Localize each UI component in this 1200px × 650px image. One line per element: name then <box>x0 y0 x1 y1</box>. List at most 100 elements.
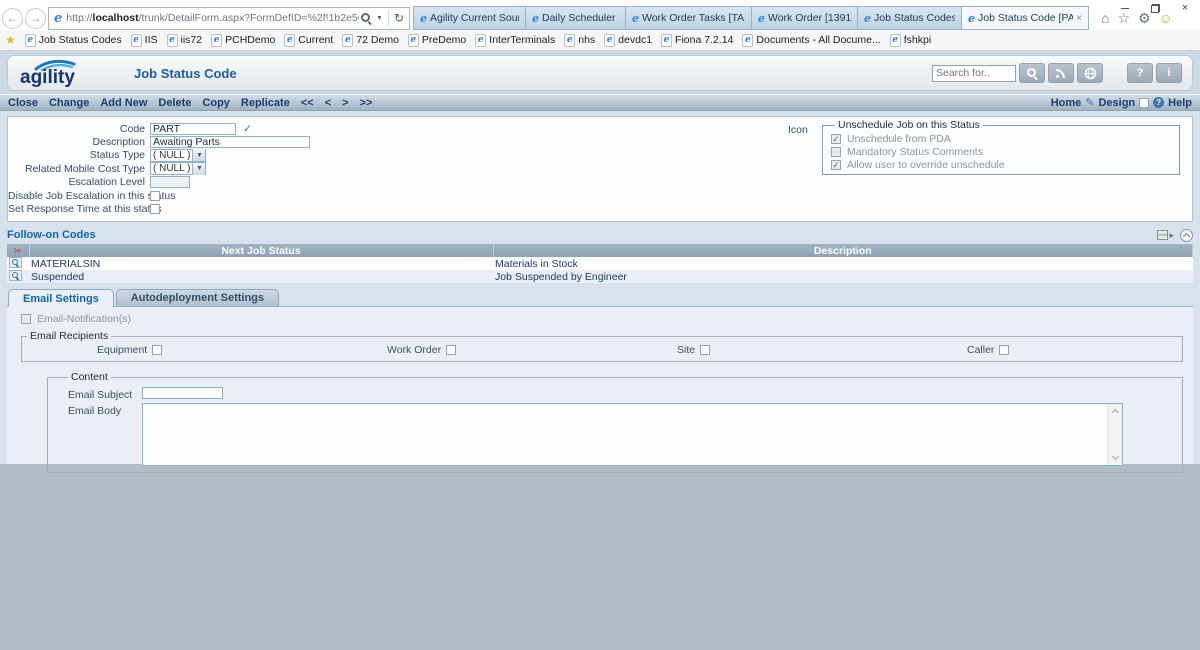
refresh-icon[interactable]: ↻ <box>394 11 404 25</box>
help-link[interactable]: Help <box>1168 97 1192 109</box>
next-job-status-cell: Suspended <box>29 270 493 283</box>
email-body-input[interactable] <box>143 404 1107 465</box>
minimize-button[interactable] <box>1110 0 1140 16</box>
agility-logo: agility <box>20 57 108 89</box>
close-record-button[interactable]: Close <box>8 97 38 109</box>
bookmark-iis72[interactable]: eiis72 <box>167 34 203 47</box>
restore-button[interactable] <box>1140 0 1170 16</box>
add-new-button[interactable]: Add New <box>100 97 147 109</box>
toolbar-left: Close Change Add New Delete Copy Replica… <box>8 97 372 109</box>
scrollbar[interactable] <box>1107 404 1122 465</box>
bookmark-predemo[interactable]: ePreDemo <box>408 34 466 47</box>
bookmark-72demo[interactable]: e72 Demo <box>342 34 399 47</box>
ie-bookmark-icon: e <box>25 34 36 47</box>
set-response-time-checkbox[interactable] <box>150 204 160 214</box>
add-favorite-icon[interactable]: ★ <box>5 33 16 47</box>
delete-button[interactable]: Delete <box>158 97 191 109</box>
first-record-button[interactable]: << <box>301 97 314 109</box>
search-button[interactable] <box>1019 63 1045 83</box>
unschedule-from-pda-checkbox[interactable]: ✓ <box>831 134 841 144</box>
description-row: Description <box>8 135 310 148</box>
change-button[interactable]: Change <box>49 97 89 109</box>
work-order-checkbox[interactable] <box>446 345 456 355</box>
table-row-materialsin[interactable]: MATERIALSIN Materials in Stock <box>7 257 1193 270</box>
back-button[interactable]: ← <box>2 8 23 29</box>
scroll-down-icon[interactable] <box>1108 451 1123 465</box>
next-record-button[interactable]: > <box>342 97 348 109</box>
ie-bookmark-icon: e <box>475 34 486 47</box>
content-group-title: Content <box>68 371 111 383</box>
page-background <box>0 464 1200 650</box>
bookmark-current[interactable]: eCurrent <box>284 34 333 47</box>
browser-tab-work-order[interactable]: eWork Order [13911] <box>751 6 857 30</box>
email-notification-checkbox[interactable] <box>21 314 31 324</box>
bookmark-documents[interactable]: eDocuments - All Docume... <box>742 34 880 47</box>
bookmark-iis[interactable]: eIIS <box>131 34 158 47</box>
bookmark-fiona[interactable]: eFiona 7.2.14 <box>661 34 733 47</box>
tab-close-icon[interactable]: × <box>1076 13 1082 24</box>
browser-titlebar: × ← → e http://localhost/trunk/DetailFor… <box>0 0 1200 30</box>
address-dropdown-icon[interactable]: ▼ <box>376 15 383 22</box>
forward-button[interactable]: → <box>25 8 46 29</box>
ie-tab-icon: e <box>420 12 427 25</box>
bookmark-devdc1[interactable]: edevdc1 <box>604 34 652 47</box>
scroll-up-icon[interactable] <box>1108 404 1123 418</box>
search-icon[interactable] <box>361 13 372 24</box>
disable-escalation-checkbox[interactable] <box>150 191 160 201</box>
browser-tab-daily-scheduler[interactable]: eDaily Scheduler <box>525 6 625 30</box>
email-notification-label: Email-Notification(s) <box>37 313 131 325</box>
ie-bookmark-icon: e <box>604 34 615 47</box>
bookmark-pchdemo[interactable]: ePCHDemo <box>211 34 275 47</box>
browser-tab-agility-current-sources[interactable]: eAgility Current Sources <box>413 6 525 30</box>
email-subject-field[interactable] <box>142 387 223 399</box>
bookmark-interterminals[interactable]: eInterTerminals <box>475 34 555 47</box>
site-checkbox[interactable] <box>700 345 710 355</box>
chevron-down-icon[interactable]: ▼ <box>192 163 205 175</box>
previous-record-button[interactable]: < <box>325 97 331 109</box>
caller-checkbox[interactable] <box>999 345 1009 355</box>
equipment-checkbox[interactable] <box>152 345 162 355</box>
tab-email-settings[interactable]: Email Settings <box>8 289 114 307</box>
web-button[interactable] <box>1077 63 1103 83</box>
email-body-textarea[interactable] <box>142 403 1123 466</box>
browser-tab-work-order-tasks[interactable]: eWork Order Tasks [TASK01 in... <box>625 6 751 30</box>
home-button[interactable]: Home <box>1051 97 1082 109</box>
chevron-down-icon[interactable]: ▼ <box>192 149 205 161</box>
address-bar[interactable]: e http://localhost/trunk/DetailForm.aspx… <box>48 7 410 30</box>
info-button[interactable]: i <box>1156 63 1182 83</box>
forward-icon: → <box>30 11 42 25</box>
followon-table: ✂ Next Job Status Description MATERIALSI… <box>7 244 1193 283</box>
open-record-icon[interactable] <box>9 257 22 268</box>
table-row-suspended[interactable]: Suspended Job Suspended by Engineer <box>7 270 1193 283</box>
rss-button[interactable] <box>1048 63 1074 83</box>
ie-bookmark-icon: e <box>284 34 295 47</box>
copy-button[interactable]: Copy <box>202 97 230 109</box>
browser-tab-job-status-codes[interactable]: eJob Status Codes <box>857 6 961 30</box>
export-icon[interactable]: ▸ <box>1157 230 1174 241</box>
related-mobile-cost-type-label: Related Mobile Cost Type <box>8 163 150 175</box>
bookmark-nhs[interactable]: enhs <box>564 34 595 47</box>
description-field[interactable] <box>150 136 310 148</box>
collapse-icon[interactable] <box>1180 229 1193 242</box>
tab-autodeployment-settings[interactable]: Autodeployment Settings <box>116 289 279 306</box>
design-checkbox[interactable] <box>1139 98 1149 108</box>
browser-tab-job-status-code-part[interactable]: eJob Status Code [PART]× <box>961 6 1089 30</box>
mandatory-status-comments-checkbox[interactable] <box>831 147 841 157</box>
window-controls: × <box>1110 0 1200 16</box>
close-button[interactable]: × <box>1170 0 1200 16</box>
allow-override-unschedule-checkbox[interactable]: ✓ <box>831 160 841 170</box>
help-button[interactable]: ? <box>1127 63 1153 83</box>
open-record-icon[interactable] <box>9 270 22 281</box>
bookmark-fshkpi[interactable]: efshkpi <box>890 34 931 47</box>
related-mobile-cost-type-select[interactable]: ( NULL )▼ <box>150 162 206 175</box>
code-field[interactable] <box>150 123 236 135</box>
escalation-level-field[interactable] <box>150 176 190 188</box>
ie-bookmark-icon: e <box>167 34 178 47</box>
status-type-select[interactable]: ( NULL )▼ <box>150 149 206 162</box>
replicate-button[interactable]: Replicate <box>241 97 290 109</box>
home-icon[interactable]: ⌂ <box>1101 10 1109 26</box>
last-record-button[interactable]: >> <box>360 97 373 109</box>
ie-bookmark-icon: e <box>661 34 672 47</box>
search-input[interactable] <box>932 65 1016 82</box>
bookmark-job-status-codes[interactable]: eJob Status Codes <box>25 34 122 47</box>
